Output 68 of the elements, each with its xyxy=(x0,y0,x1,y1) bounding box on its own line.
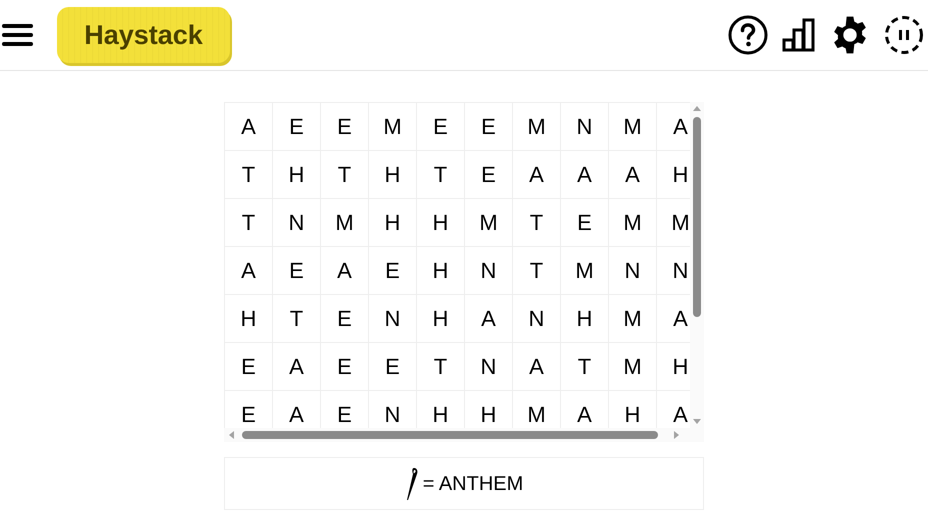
letter-cell[interactable]: H xyxy=(369,151,417,199)
letter-cell[interactable]: H xyxy=(561,295,609,343)
pause-icon[interactable] xyxy=(884,15,924,55)
letter-cell[interactable]: H xyxy=(225,295,273,343)
needle-icon xyxy=(404,466,419,500)
letter-cell[interactable]: M xyxy=(513,103,561,151)
help-icon[interactable] xyxy=(728,15,768,55)
letter-cell[interactable]: N xyxy=(561,103,609,151)
letter-cell[interactable]: N xyxy=(465,247,513,295)
letter-cell[interactable]: E xyxy=(417,103,465,151)
letter-cell[interactable]: M xyxy=(321,199,369,247)
letter-cell[interactable]: E xyxy=(273,103,321,151)
letter-cell[interactable]: A xyxy=(225,247,273,295)
scroll-down-arrow-icon[interactable] xyxy=(693,419,701,425)
letter-cell[interactable]: N xyxy=(369,295,417,343)
horizontal-scrollbar-thumb[interactable] xyxy=(242,431,658,439)
letter-cell[interactable]: E xyxy=(321,295,369,343)
letter-cell[interactable]: A xyxy=(321,247,369,295)
letter-cell[interactable]: A xyxy=(465,295,513,343)
letter-cell[interactable]: E xyxy=(465,103,513,151)
scroll-left-arrow-icon[interactable] xyxy=(228,431,234,439)
letter-cell[interactable]: A xyxy=(561,151,609,199)
letter-cell[interactable]: M xyxy=(609,343,657,391)
letter-cell[interactable]: H xyxy=(369,199,417,247)
letter-cell[interactable]: M xyxy=(369,103,417,151)
letter-cell[interactable]: T xyxy=(225,199,273,247)
letter-cell[interactable]: T xyxy=(273,295,321,343)
logo: Haystack xyxy=(57,7,230,63)
letter-cell[interactable]: A xyxy=(513,343,561,391)
letter-cell[interactable]: E xyxy=(321,343,369,391)
letter-cell[interactable]: E xyxy=(273,247,321,295)
letter-cell[interactable]: T xyxy=(417,151,465,199)
clue-text: = ANTHEM xyxy=(422,472,524,496)
letter-cell[interactable]: M xyxy=(609,199,657,247)
letter-cell[interactable]: A xyxy=(225,103,273,151)
letter-cell[interactable]: T xyxy=(417,343,465,391)
letter-cell[interactable]: N xyxy=(513,295,561,343)
letter-cell[interactable]: E xyxy=(561,199,609,247)
letter-cell[interactable]: A xyxy=(609,151,657,199)
letter-cell[interactable]: H xyxy=(417,295,465,343)
letter-cell[interactable]: E xyxy=(369,343,417,391)
letter-cell[interactable]: E xyxy=(369,247,417,295)
letter-cell[interactable]: H xyxy=(657,343,690,391)
letter-cell[interactable]: A xyxy=(513,151,561,199)
letter-cell[interactable]: H xyxy=(417,199,465,247)
letter-cell[interactable]: N xyxy=(273,199,321,247)
letter-cell[interactable]: N xyxy=(609,247,657,295)
letter-cell[interactable]: E xyxy=(321,103,369,151)
letter-cell[interactable]: E xyxy=(225,343,273,391)
letter-cell[interactable]: T xyxy=(321,151,369,199)
letter-cell[interactable]: M xyxy=(609,295,657,343)
letter-cell[interactable]: T xyxy=(225,151,273,199)
letter-cell[interactable]: T xyxy=(513,199,561,247)
letter-cell[interactable]: H xyxy=(417,247,465,295)
letter-cell[interactable]: A xyxy=(273,343,321,391)
scroll-right-arrow-icon[interactable] xyxy=(674,431,680,439)
bar-chart-icon[interactable] xyxy=(782,18,816,52)
letter-cell[interactable]: N xyxy=(465,343,513,391)
letter-cell[interactable]: M xyxy=(609,103,657,151)
letter-cell[interactable]: T xyxy=(513,247,561,295)
letter-cell[interactable]: T xyxy=(561,343,609,391)
vertical-scrollbar-thumb[interactable] xyxy=(693,117,701,317)
letter-cell[interactable]: M xyxy=(465,199,513,247)
letter-cell[interactable]: H xyxy=(273,151,321,199)
menu-icon[interactable] xyxy=(2,22,34,48)
scroll-up-arrow-icon[interactable] xyxy=(693,105,701,111)
letter-cell[interactable]: M xyxy=(561,247,609,295)
letter-cell[interactable]: E xyxy=(465,151,513,199)
